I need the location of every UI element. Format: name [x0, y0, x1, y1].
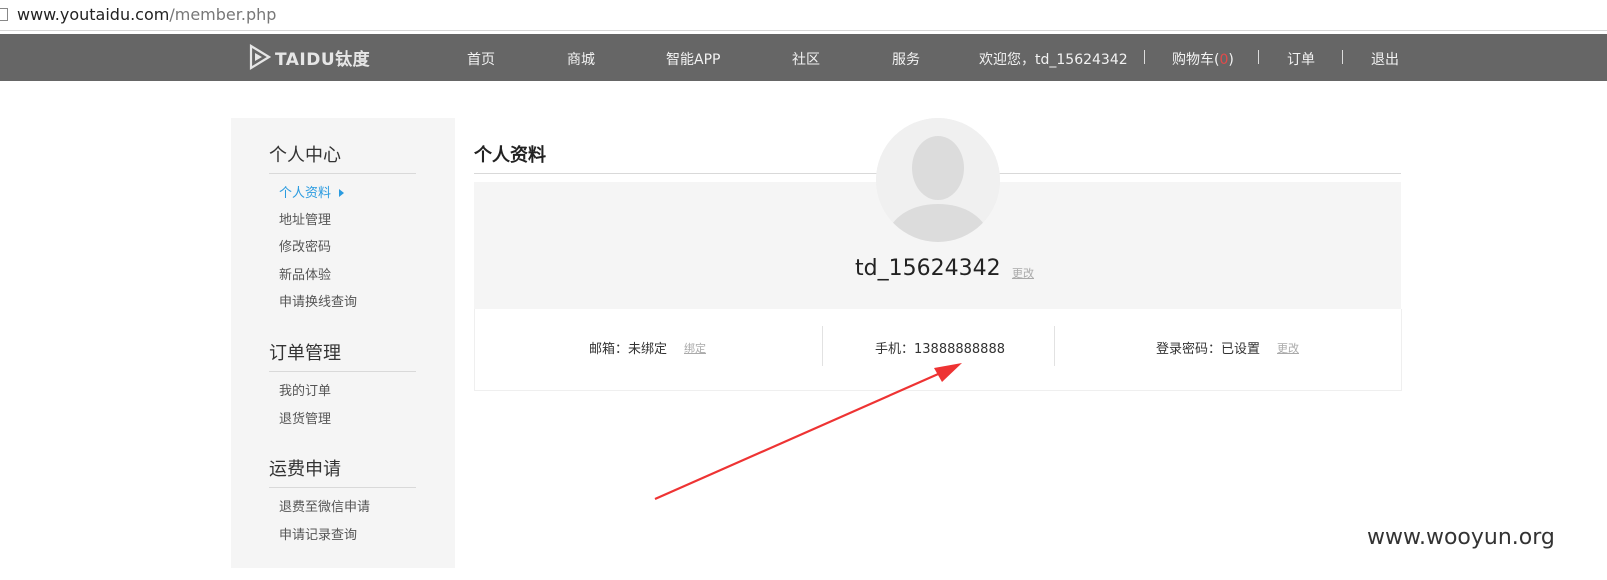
nav-community[interactable]: 社区	[792, 49, 820, 69]
member-sidebar: 个人中心 个人资料 地址管理 修改密码 新品体验 申请换线查询 订单管理 我的订…	[231, 118, 455, 568]
sidebar-item-application-records[interactable]: 申请记录查询	[279, 524, 357, 543]
sidebar-divider	[269, 371, 416, 372]
nav-app[interactable]: 智能APP	[666, 49, 720, 69]
url-path: /member.php	[169, 5, 277, 24]
taidu-logo[interactable]: TAIDU钛度	[249, 44, 370, 70]
watermark: www.wooyun.org	[1367, 525, 1555, 550]
change-password-link[interactable]: 更改	[1277, 340, 1299, 356]
username: td_15624342	[855, 256, 1001, 281]
info-divider	[822, 326, 823, 366]
sidebar-item-refund-wechat[interactable]: 退费至微信申请	[279, 496, 370, 515]
sidebar-item-new-product-trial[interactable]: 新品体验	[279, 264, 331, 283]
sidebar-divider	[269, 173, 416, 174]
sidebar-item-address[interactable]: 地址管理	[279, 209, 331, 228]
page-title: 个人资料	[474, 145, 546, 166]
nav-home[interactable]: 首页	[467, 49, 495, 69]
caret-right-icon	[339, 189, 345, 197]
nav-service[interactable]: 服务	[892, 49, 920, 69]
avatar[interactable]	[876, 118, 1000, 242]
sidebar-group-title: 运费申请	[269, 459, 341, 480]
sidebar-divider	[269, 487, 416, 488]
info-divider	[1054, 326, 1055, 366]
taidu-logo-icon	[249, 44, 271, 70]
cart-label: 购物车(	[1172, 52, 1220, 68]
nav-orders[interactable]: 订单	[1287, 49, 1315, 69]
sidebar-item-my-orders[interactable]: 我的订单	[279, 380, 331, 399]
browser-address-bar[interactable]: www.youtaidu.com/member.php	[0, 0, 1607, 31]
page-icon	[0, 8, 8, 21]
phone-number: 手机：13888888888	[875, 342, 1005, 357]
sidebar-group-title: 订单管理	[269, 343, 341, 364]
url-text[interactable]: www.youtaidu.com/member.php	[17, 5, 276, 24]
nav-cart[interactable]: 购物车(0)	[1172, 49, 1234, 69]
sidebar-item-returns[interactable]: 退货管理	[279, 408, 331, 427]
nav-mall[interactable]: 商城	[567, 49, 595, 69]
top-navigation: TAIDU钛度 首页 商城 智能APP 社区 服务 欢迎您，td_1562434…	[0, 34, 1607, 81]
logo-text: TAIDU钛度	[275, 49, 371, 70]
edit-username-link[interactable]: 更改	[1012, 265, 1034, 281]
sidebar-item-label: 个人资料	[279, 186, 332, 201]
nav-divider	[1144, 50, 1145, 64]
nav-divider	[1342, 50, 1343, 64]
sidebar-group-title: 个人中心	[269, 145, 341, 166]
bind-email-link[interactable]: 绑定	[684, 340, 706, 356]
cart-close: )	[1228, 52, 1234, 68]
url-host: www.youtaidu.com	[17, 5, 170, 24]
nav-divider	[1258, 50, 1259, 64]
password-status: 登录密码：已设置	[1156, 342, 1261, 357]
sidebar-item-profile[interactable]: 个人资料	[279, 182, 345, 201]
sidebar-item-password[interactable]: 修改密码	[279, 236, 331, 255]
email-status: 邮箱：未绑定	[589, 342, 668, 357]
default-user-icon	[876, 118, 1000, 242]
nav-logout[interactable]: 退出	[1371, 49, 1399, 69]
sidebar-item-cable-exchange[interactable]: 申请换线查询	[279, 291, 357, 310]
welcome-user[interactable]: 欢迎您，td_15624342	[979, 49, 1128, 69]
